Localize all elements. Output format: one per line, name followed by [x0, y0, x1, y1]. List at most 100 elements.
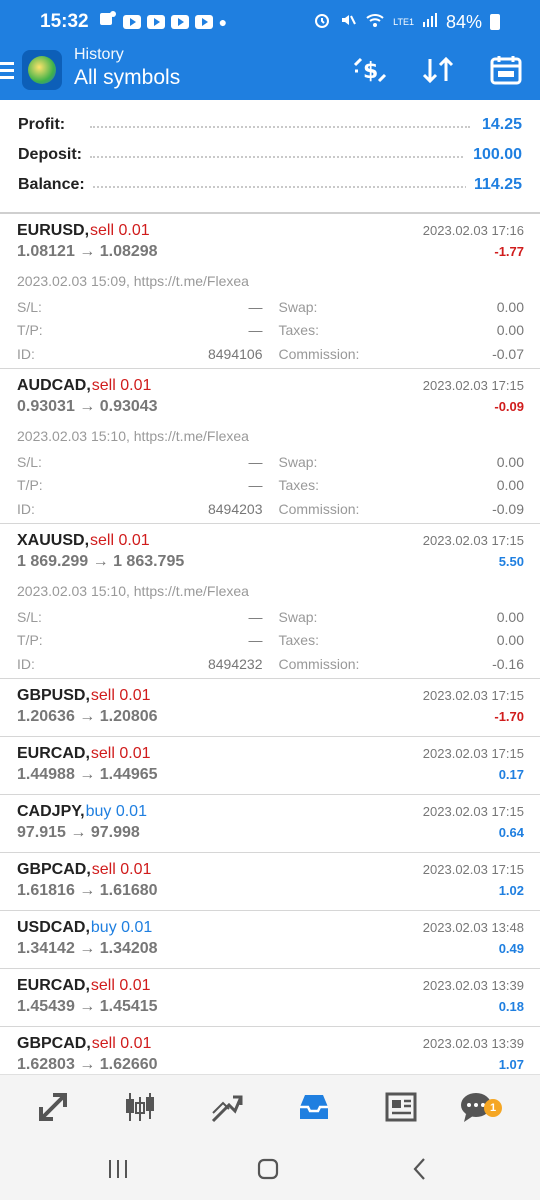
deal-symbol: EURUSD,: [17, 222, 90, 239]
history-icon[interactable]: [294, 1087, 334, 1127]
currency-exchange-icon[interactable]: $: [352, 54, 388, 86]
sl-label: S/L:: [17, 298, 42, 315]
taxes-value: 0.00: [496, 477, 524, 494]
deal-row[interactable]: GBPCAD, sell 0.01 2023.02.03 17:15 1.61816 …: [0, 853, 540, 911]
calendar-icon[interactable]: [488, 54, 524, 86]
deal-time: 2023.02.03 17:15: [422, 688, 524, 703]
deal-side: sell 0.01: [91, 1035, 152, 1052]
menu-icon[interactable]: [0, 62, 14, 80]
deal-row[interactable]: GBPUSD, sell 0.01 2023.02.03 17:15 1.20636 …: [0, 679, 540, 737]
taxes-label: Taxes:: [278, 322, 319, 339]
wifi-icon: [365, 11, 385, 34]
sort-icon[interactable]: [420, 54, 456, 86]
page-title: All symbols: [74, 66, 181, 89]
title-block[interactable]: History All symbols: [74, 46, 180, 90]
deal-symbol: XAUUSD,: [17, 532, 90, 549]
summary-label: Deposit:: [18, 146, 90, 164]
svg-text:$: $: [363, 59, 378, 84]
home-icon[interactable]: [248, 1154, 288, 1184]
deal-prices: 1.62803 → 1.62660: [17, 1056, 158, 1073]
deal-side: buy 0.01: [85, 803, 147, 820]
deal-details: S/L: — Swap: 0.00 T/P: — Taxes: 0.00 ID: 8494106 C…: [17, 295, 524, 366]
deal-row[interactable]: AUDCAD, sell 0.01 2023.02.03 17:15 0.93031 …: [0, 369, 540, 524]
deal-list[interactable]: EURUSD, sell 0.01 2023.02.03 17:16 1.08121 …: [0, 214, 540, 1074]
deal-time: 2023.02.03 17:15: [422, 746, 524, 761]
deal-time: 2023.02.03 17:15: [422, 378, 524, 393]
tp-label: T/P:: [17, 632, 43, 649]
deal-prices: 1.44988 → 1.44965: [17, 766, 158, 783]
deal-prices: 1.34142 → 1.34208: [17, 940, 158, 957]
deal-row[interactable]: GBPCAD, sell 0.01 2023.02.03 13:39 1.62803 …: [0, 1027, 540, 1074]
id-value: 8494203: [207, 500, 263, 517]
commission-label: Commission:: [278, 500, 360, 517]
tp-value: —: [248, 322, 263, 339]
deal-side: sell 0.01: [91, 377, 152, 394]
deal-time: 2023.02.03 13:48: [422, 920, 524, 935]
deal-profit: -0.09: [494, 399, 524, 414]
signal-icon: [422, 12, 438, 33]
deal-row[interactable]: EURCAD, sell 0.01 2023.02.03 17:15 1.44988 …: [0, 737, 540, 795]
deal-symbol: EURCAD,: [17, 745, 90, 762]
deal-side: sell 0.01: [90, 745, 151, 762]
system-status: LTE1 84%: [313, 11, 500, 34]
taxes-label: Taxes:: [278, 632, 319, 649]
taxes-value: 0.00: [496, 632, 524, 649]
app-logo-icon[interactable]: [22, 50, 62, 90]
tp-label: T/P:: [17, 322, 43, 339]
battery-level: 84%: [445, 11, 482, 32]
id-label: ID:: [17, 500, 35, 517]
deal-profit: 0.17: [498, 767, 524, 782]
deal-row[interactable]: EURUSD, sell 0.01 2023.02.03 17:16 1.08121 …: [0, 214, 540, 369]
status-bar: 15:32 ● LTE1 84%: [0, 0, 540, 44]
news-icon[interactable]: [381, 1087, 421, 1127]
deal-profit: 0.18: [498, 999, 524, 1014]
sl-value: —: [248, 608, 263, 625]
id-label: ID:: [17, 655, 35, 672]
deal-symbol: GBPCAD,: [17, 1035, 91, 1052]
deal-prices: 1.20636 → 1.20806: [17, 708, 158, 725]
deal-row[interactable]: CADJPY, buy 0.01 2023.02.03 17:15 97.915 → …: [0, 795, 540, 853]
deal-details: S/L: — Swap: 0.00 T/P: — Taxes: 0.00 ID: 8494232 C…: [17, 605, 524, 676]
deal-side: sell 0.01: [90, 532, 150, 549]
youtube-icon: [170, 15, 189, 29]
sl-value: —: [248, 298, 263, 315]
trade-icon[interactable]: [33, 1087, 73, 1127]
summary-value: 100.00: [465, 146, 522, 164]
deal-symbol: USDCAD,: [17, 919, 90, 936]
deal-time: 2023.02.03 13:39: [422, 978, 524, 993]
commission-value: -0.09: [492, 500, 524, 517]
swap-label: Swap:: [278, 608, 318, 625]
deal-side: buy 0.01: [90, 919, 153, 936]
deal-profit: 1.02: [498, 883, 524, 898]
deal-comment: 2023.02.03 15:10, https://t.me/Flexea: [17, 428, 249, 444]
chat-icon[interactable]: 1: [456, 1087, 502, 1127]
trade-history-icon[interactable]: [207, 1087, 247, 1127]
taxes-label: Taxes:: [278, 477, 319, 494]
deal-row[interactable]: EURCAD, sell 0.01 2023.02.03 13:39 1.45439 …: [0, 969, 540, 1027]
deal-side: sell 0.01: [91, 861, 152, 878]
deal-prices: 1.45439 → 1.45415: [17, 998, 158, 1015]
summary-balance-row: Balance: 114.25: [0, 170, 540, 200]
deal-row[interactable]: XAUUSD, sell 0.01 2023.02.03 17:15 1 869.29…: [0, 524, 540, 679]
sl-value: —: [248, 453, 263, 470]
deal-prices: 0.93031 → 0.93043: [17, 398, 158, 415]
recent-apps-icon[interactable]: [98, 1154, 138, 1184]
youtube-icon: [194, 15, 213, 29]
notification-icons: ●: [99, 10, 227, 34]
deal-time: 2023.02.03 17:16: [422, 223, 524, 238]
chart-icon[interactable]: [120, 1087, 160, 1127]
deal-row[interactable]: USDCAD, buy 0.01 2023.02.03 13:48 1.34142 →…: [0, 911, 540, 969]
swap-label: Swap:: [278, 298, 318, 315]
notification-app-icon: [99, 10, 117, 34]
id-value: 8494232: [207, 655, 263, 672]
deal-time: 2023.02.03 17:15: [422, 804, 524, 819]
summary-value: 114.25: [465, 176, 522, 194]
account-summary: Profit: 14.25 Deposit: 100.00 Balance: 1…: [0, 110, 540, 200]
deal-symbol: GBPCAD,: [17, 861, 91, 878]
back-icon[interactable]: [400, 1154, 440, 1184]
deal-time: 2023.02.03 13:39: [422, 1036, 524, 1051]
deal-symbol: AUDCAD,: [17, 377, 91, 394]
battery-icon: [490, 14, 500, 30]
deal-profit: 5.50: [498, 554, 524, 569]
mute-icon: [339, 11, 357, 34]
